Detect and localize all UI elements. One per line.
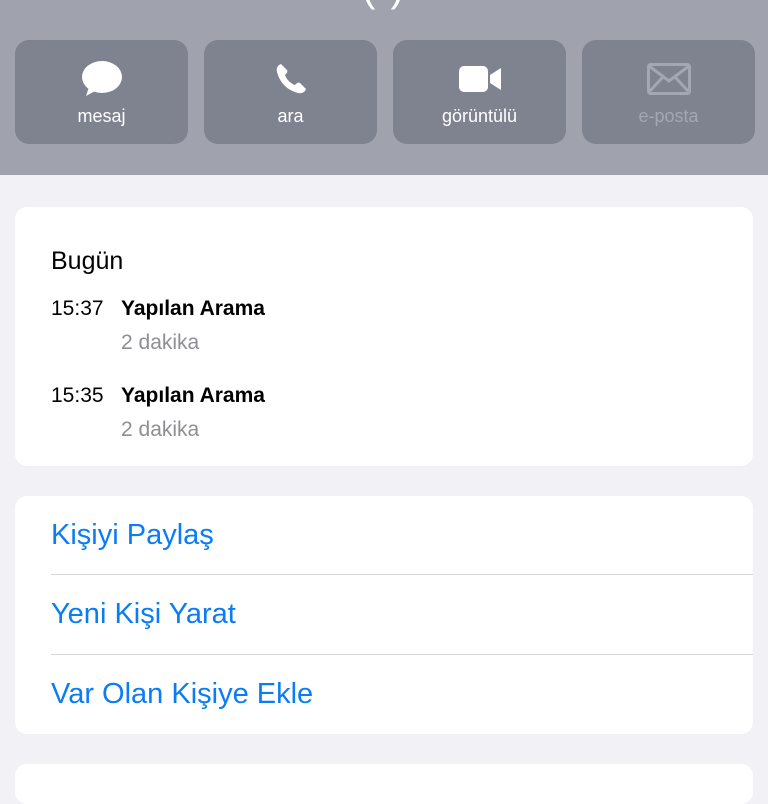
video-button[interactable]: görüntülü: [393, 40, 566, 144]
create-new-contact-link[interactable]: Yeni Kişi Yarat: [51, 575, 753, 654]
message-bubble-icon: [80, 60, 124, 98]
email-button-label: e-posta: [638, 106, 699, 126]
video-button-label: görüntülü: [441, 106, 518, 126]
contact-actions-card: Kişiyi Paylaş Yeni Kişi Yarat Var Olan K…: [15, 496, 753, 734]
call-button[interactable]: ara: [204, 40, 377, 144]
email-button[interactable]: e-posta: [582, 40, 755, 144]
envelope-icon: [646, 60, 691, 98]
call-button-label: ara: [277, 106, 304, 126]
message-button-label: mesaj: [77, 106, 126, 126]
call-duration: 2 dakika: [121, 331, 200, 354]
next-section-card: [15, 764, 753, 804]
contact-name-cropped: ( ): [0, 0, 768, 11]
share-contact-link[interactable]: Kişiyi Paylaş: [51, 496, 753, 575]
add-to-existing-contact-link[interactable]: Var Olan Kişiye Ekle: [51, 655, 753, 734]
video-camera-icon: [458, 60, 502, 98]
call-type: Yapılan Arama: [121, 297, 265, 320]
history-day-heading: Bugün: [51, 247, 124, 275]
action-buttons-row: mesaj ara görüntülü e-posta: [15, 40, 755, 144]
call-time: 15:37: [51, 297, 104, 320]
contact-header: ( ) mesaj ara: [0, 0, 768, 175]
call-time: 15:35: [51, 384, 104, 407]
call-history-card: Bugün 15:37 Yapılan Arama 2 dakika 15:35…: [15, 207, 753, 466]
phone-icon: [269, 60, 313, 98]
message-button[interactable]: mesaj: [15, 40, 188, 144]
call-duration: 2 dakika: [121, 418, 200, 441]
call-type: Yapılan Arama: [121, 384, 265, 407]
